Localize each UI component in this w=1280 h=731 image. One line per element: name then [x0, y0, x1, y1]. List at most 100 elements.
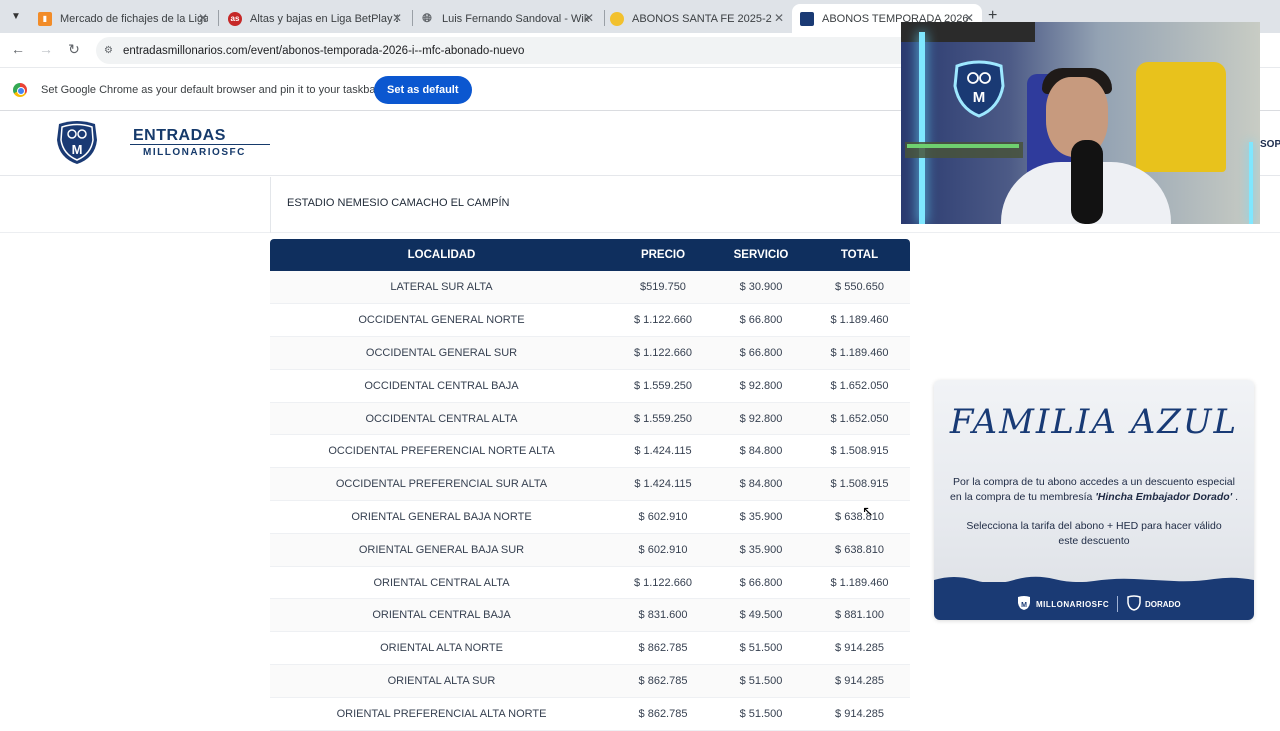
- table-row: ORIENTAL GENERAL BAJA SUR $ 602.910 $ 35.9…: [270, 533, 910, 567]
- cell-localidad: ORIENTAL GENERAL BAJA NORTE: [270, 500, 613, 534]
- cell-localidad: ORIENTAL PREFERENCIAL ALTA NORTE: [270, 697, 613, 731]
- table-row: ORIENTAL CENTRAL BAJA $ 831.600 $ 49.500 $ …: [270, 598, 910, 633]
- cell-total: $ 914.285: [809, 697, 910, 731]
- header-localidad: LOCALIDAD: [407, 249, 476, 261]
- cell-total: $ 881.100: [809, 598, 910, 633]
- cell-total: $ 914.285: [809, 664, 910, 698]
- table-row: OCCIDENTAL GENERAL SUR $ 1.122.660 $ 66.80…: [270, 336, 910, 370]
- table-row: ORIENTAL CENTRAL ALTA $ 1.122.660 $ 66.800…: [270, 566, 910, 600]
- cell-total: $ 1.189.460: [809, 566, 910, 600]
- cell-servicio: $ 30.900: [713, 271, 809, 305]
- cell-total: $ 638.810: [809, 500, 910, 534]
- tab-favicon-icon: ▮: [38, 11, 52, 26]
- chrome-logo-icon: [13, 83, 27, 97]
- site-logo-title[interactable]: ENTRADAS: [133, 127, 226, 145]
- tab-favicon-icon: as: [228, 11, 242, 26]
- table-row: OCCIDENTAL CENTRAL BAJA $ 1.559.250 $ 92.8…: [270, 369, 910, 403]
- hanging-jersey: [1136, 62, 1226, 172]
- promo-description: Por la compra de tu abono accedes a un d…: [946, 475, 1242, 505]
- cell-servicio: $ 51.500: [713, 697, 809, 731]
- site-info-icon[interactable]: ⚙: [104, 45, 113, 56]
- table-row: OCCIDENTAL GENERAL NORTE $ 1.122.660 $ 66.…: [270, 303, 910, 338]
- promo-instructions: Selecciona la tarifa del abono + HED par…: [966, 520, 1222, 547]
- tab-altas-bajas[interactable]: as Altas y bajas en Liga BetPlay 20 ✕: [220, 4, 410, 33]
- svg-text:M: M: [72, 142, 83, 157]
- cell-total: $ 1.652.050: [809, 402, 910, 436]
- millonarios-badge-icon: M: [953, 60, 1005, 118]
- venue-divider: [270, 177, 271, 233]
- cell-total: $ 1.189.460: [809, 303, 910, 338]
- cell-localidad: OCCIDENTAL PREFERENCIAL SUR ALTA: [270, 467, 613, 502]
- table-row: ORIENTAL ALTA SUR $ 862.785 $ 51.500 $ 914.…: [270, 664, 910, 698]
- cell-servicio: $ 84.800: [713, 434, 809, 469]
- table-row: OCCIDENTAL PREFERENCIAL NORTE ALTA $ 1.42…: [270, 434, 910, 469]
- cell-precio: $ 602.910: [613, 533, 713, 567]
- cell-servicio: $ 35.900: [713, 533, 809, 567]
- logo-divider: [130, 144, 270, 145]
- table-row: LATERAL SUR ALTA $519.750 $ 30.900 $ 550.65…: [270, 271, 910, 305]
- cell-localidad: ORIENTAL GENERAL BAJA SUR: [270, 533, 613, 567]
- table-header-row: LOCALIDAD PRECIO SERVICIO TOTAL: [270, 239, 910, 271]
- cell-precio: $ 862.785: [613, 664, 713, 698]
- cell-localidad: ORIENTAL ALTA SUR: [270, 664, 613, 698]
- address-bar[interactable]: ⚙ entradasmillonarios.com/event/abonos-t…: [96, 37, 926, 64]
- cell-localidad: ORIENTAL CENTRAL BAJA: [270, 598, 613, 633]
- cell-precio: $519.750: [613, 271, 713, 305]
- close-icon[interactable]: ✕: [392, 11, 402, 25]
- cell-servicio: $ 66.800: [713, 303, 809, 338]
- tab-wikipedia[interactable]: 🌐︎ Luis Fernando Sandoval - Wikip ✕: [412, 4, 602, 33]
- tab-mercado[interactable]: ▮ Mercado de fichajes de la Liga ✕: [30, 4, 216, 33]
- close-icon[interactable]: ✕: [584, 11, 594, 25]
- cell-localidad: OCCIDENTAL CENTRAL BAJA: [270, 369, 613, 403]
- cell-localidad: OCCIDENTAL CENTRAL ALTA: [270, 402, 613, 436]
- promo-logo-text: MILLONARIOSFC: [1036, 600, 1110, 609]
- promo-logo-divider: [1117, 596, 1118, 612]
- close-icon[interactable]: ✕: [774, 11, 784, 25]
- cell-precio: $ 1.122.660: [613, 303, 713, 338]
- mouse-cursor-icon: ↖: [862, 503, 874, 519]
- table-row: OCCIDENTAL CENTRAL ALTA $ 1.559.250 $ 92.8…: [270, 402, 910, 436]
- cell-servicio: $ 84.800: [713, 467, 809, 502]
- cell-servicio: $ 66.800: [713, 566, 809, 600]
- close-icon[interactable]: ✕: [198, 11, 208, 25]
- globe-icon: 🌐︎: [422, 11, 432, 25]
- tab-search-chevron-icon[interactable]: ▼: [6, 6, 26, 26]
- hincha-embajador-logo-icon: [1127, 595, 1141, 611]
- millonarios-shield-icon[interactable]: M: [53, 120, 101, 166]
- cell-localidad: OCCIDENTAL GENERAL NORTE: [270, 303, 613, 338]
- promo-logo-text: DORADO: [1145, 600, 1181, 609]
- cell-localidad: LATERAL SUR ALTA: [270, 271, 613, 305]
- microphone: [1071, 140, 1103, 224]
- tab-favicon-icon: [800, 11, 814, 26]
- promo-membership-name: 'Hincha Embajador Dorado': [1095, 491, 1233, 503]
- svg-text:M: M: [973, 89, 986, 106]
- cell-precio: $ 1.424.115: [613, 467, 713, 502]
- table-row: ORIENTAL GENERAL BAJA NORTE $ 602.910 $ 35…: [270, 500, 910, 534]
- set-as-default-button[interactable]: Set as default: [374, 76, 472, 104]
- nav-item-soporte[interactable]: SOP: [1260, 139, 1280, 150]
- cell-total: $ 1.189.460: [809, 336, 910, 370]
- cell-precio: $ 1.559.250: [613, 402, 713, 436]
- cell-servicio: $ 49.500: [713, 598, 809, 633]
- cell-localidad: OCCIDENTAL GENERAL SUR: [270, 336, 613, 370]
- tab-title: Luis Fernando Sandoval - Wikip: [442, 12, 590, 25]
- cell-precio: $ 831.600: [613, 598, 713, 633]
- site-logo-subtitle[interactable]: MILLONARIOSFC: [143, 147, 246, 158]
- cell-localidad: ORIENTAL ALTA NORTE: [270, 631, 613, 666]
- header-total: TOTAL: [840, 249, 879, 261]
- cell-servicio: $ 66.800: [713, 336, 809, 370]
- reload-icon[interactable]: ↻: [65, 41, 83, 58]
- url-text[interactable]: entradasmillonarios.com/event/abonos-tem…: [123, 45, 524, 57]
- tab-title: Mercado de fichajes de la Liga: [60, 12, 208, 25]
- table-row: ORIENTAL PREFERENCIAL ALTA NORTE $ 862.78…: [270, 697, 910, 731]
- infobar-message: Set Google Chrome as your default browse…: [41, 84, 380, 96]
- cell-total: $ 1.652.050: [809, 369, 910, 403]
- tab-divider: [218, 10, 219, 26]
- tab-santa-fe[interactable]: ABONOS SANTA FE 2025-2 ✕: [602, 4, 792, 33]
- cell-precio: $ 1.122.660: [613, 336, 713, 370]
- cell-servicio: $ 92.800: [713, 402, 809, 436]
- forward-arrow-icon[interactable]: →: [37, 41, 55, 57]
- familia-azul-banner[interactable]: FAMILIA AZUL Por la compra de tu abono a…: [934, 380, 1254, 620]
- cell-precio: $ 602.910: [613, 500, 713, 534]
- back-arrow-icon[interactable]: ←: [9, 41, 27, 57]
